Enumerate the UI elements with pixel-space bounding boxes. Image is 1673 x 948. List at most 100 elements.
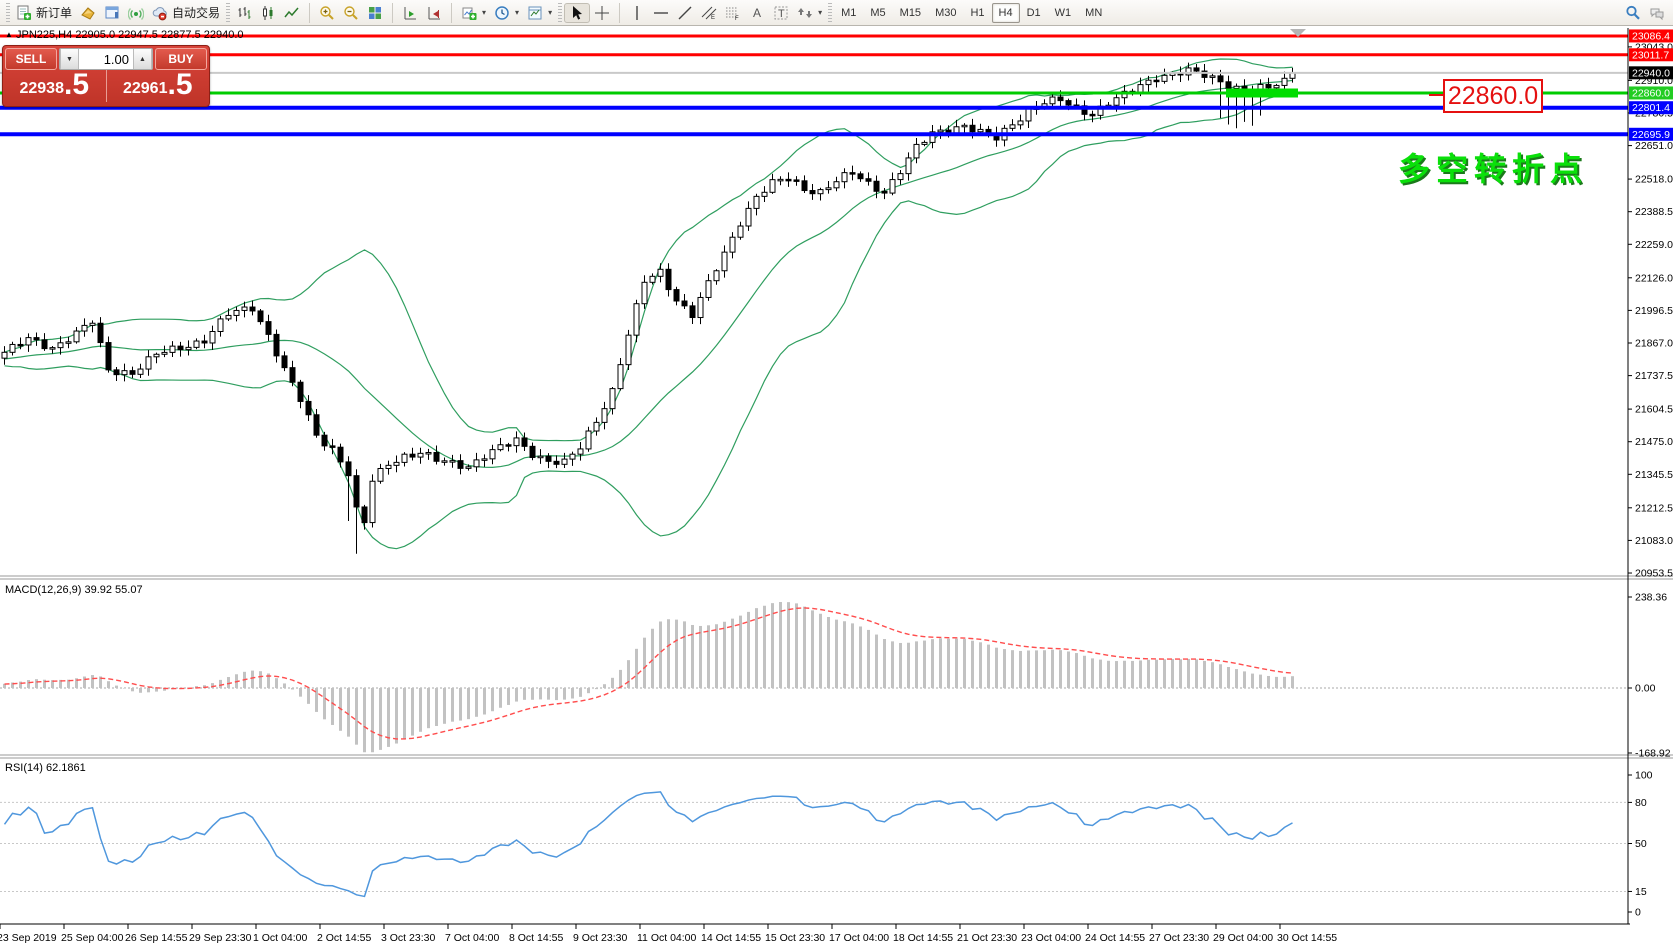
candle-bullish: [602, 409, 607, 423]
candle-bearish: [690, 306, 695, 318]
candle-bullish: [66, 342, 71, 344]
templates-button[interactable]: ▾: [523, 3, 556, 23]
candle-bullish: [626, 335, 631, 364]
rsi-tick-label: 0: [1635, 907, 1641, 919]
symbol-period: JPN225,H4: [16, 29, 72, 41]
cursor-tool-button[interactable]: [564, 3, 590, 23]
new-order-button[interactable]: 新订单: [12, 3, 76, 23]
buy-button[interactable]: BUY: [155, 48, 207, 70]
volume-input[interactable]: [79, 49, 133, 69]
date-label: 23 Oct 04:00: [1021, 932, 1081, 944]
horizontal-line-tool-button[interactable]: [649, 3, 673, 23]
trendline-icon: [677, 5, 693, 21]
timeframe-button-h4[interactable]: H4: [992, 3, 1020, 23]
vertical-line-tool-button[interactable]: [625, 3, 649, 23]
candle-bullish: [226, 315, 231, 318]
candle-bullish: [154, 354, 159, 357]
price-tick-label: 22259.0: [1635, 239, 1673, 251]
zoom-out-button[interactable]: [339, 3, 363, 23]
volume-decrease-button[interactable]: ▼: [60, 49, 79, 69]
add-indicator-button[interactable]: ▾: [457, 3, 490, 23]
candle-bullish: [914, 144, 919, 157]
line-chart-button[interactable]: [280, 3, 304, 23]
chat-button[interactable]: [1645, 3, 1669, 23]
fibonacci-tool-button[interactable]: F: [721, 3, 745, 23]
candle-bullish: [1274, 85, 1279, 87]
bar-chart-icon: [236, 5, 252, 21]
timeframe-button-m30[interactable]: M30: [928, 3, 963, 23]
candle-bullish: [594, 422, 599, 431]
candle-bullish: [954, 127, 959, 133]
toolbar-separator: [619, 3, 620, 23]
date-label: 26 Sep 14:55: [125, 932, 188, 944]
arrows-tool-button[interactable]: ▾: [793, 3, 826, 23]
chart-shift-button[interactable]: [422, 3, 446, 23]
text-label-tool-button[interactable]: T: [769, 3, 793, 23]
timeframe-button-m5[interactable]: M5: [863, 3, 892, 23]
trendline-tool-button[interactable]: [673, 3, 697, 23]
date-label: 30 Oct 14:55: [1277, 932, 1337, 944]
price-tick-label: 22651.0: [1635, 140, 1673, 152]
price-tick-label: 21083.0: [1635, 535, 1673, 547]
candle-bullish: [490, 450, 495, 459]
candle-bullish: [586, 431, 591, 449]
date-label: 14 Oct 14:55: [701, 932, 761, 944]
candle-bearish: [338, 447, 343, 462]
macd-tick-label: -168.92: [1635, 748, 1671, 760]
candle-chart-button[interactable]: [256, 3, 280, 23]
bar-chart-button[interactable]: [232, 3, 256, 23]
candle-bearish: [546, 456, 551, 461]
candle-bullish: [962, 125, 967, 127]
timeframe-button-d1[interactable]: D1: [1020, 3, 1048, 23]
text-tool-button[interactable]: A: [745, 3, 769, 23]
horizontal-line-icon: [653, 5, 669, 21]
candle-bullish: [234, 310, 239, 315]
search-button[interactable]: [1621, 3, 1645, 23]
date-label: 3 Oct 23:30: [381, 932, 435, 944]
timeframe-button-mn[interactable]: MN: [1078, 3, 1109, 23]
new-order-label: 新订单: [36, 4, 72, 21]
signal-button[interactable]: [124, 3, 148, 23]
timeframe-button-m15[interactable]: M15: [893, 3, 928, 23]
candle-bullish: [466, 467, 471, 469]
price-annotation-label[interactable]: 22860.0: [1443, 79, 1543, 113]
data-window-button[interactable]: [100, 3, 124, 23]
candle-bearish: [810, 191, 815, 194]
signal-icon: [128, 5, 144, 21]
date-label: 21 Oct 23:30: [957, 932, 1017, 944]
volume-spinner: ▼ ▲: [59, 48, 153, 70]
sell-button[interactable]: SELL: [5, 48, 57, 70]
sell-price[interactable]: 22938 .5: [3, 70, 107, 102]
timeframe-button-w1[interactable]: W1: [1048, 3, 1079, 23]
fibonacci-icon: F: [725, 5, 741, 21]
candle-bearish: [850, 173, 855, 175]
candle-bullish: [1026, 109, 1031, 121]
price-tick-label: 21996.5: [1635, 305, 1673, 317]
market-watch-button[interactable]: [76, 3, 100, 23]
buy-price[interactable]: 22961 .5: [107, 70, 210, 102]
crosshair-tool-button[interactable]: [590, 3, 614, 23]
volume-increase-button[interactable]: ▲: [133, 49, 152, 69]
price-badge-label: 22860.0: [1632, 87, 1670, 99]
price-badge-label: 22801.4: [1632, 102, 1670, 114]
candle-bullish: [218, 319, 223, 332]
equidistant-channel-tool-button[interactable]: E: [697, 3, 721, 23]
candle-bullish: [818, 190, 823, 194]
autotrading-button[interactable]: 自动交易: [148, 3, 224, 23]
timeframe-button-m1[interactable]: M1: [834, 3, 863, 23]
timeframe-button-h1[interactable]: H1: [963, 3, 991, 23]
tile-windows-button[interactable]: [363, 3, 387, 23]
periods-button[interactable]: ▾: [490, 3, 523, 23]
auto-scroll-button[interactable]: [398, 3, 422, 23]
candle-bullish: [402, 454, 407, 462]
dropdown-caret-icon: ▾: [482, 8, 486, 17]
candle-bullish: [890, 180, 895, 194]
date-label: 2 Oct 14:55: [317, 932, 371, 944]
date-label: 9 Oct 23:30: [573, 932, 627, 944]
sell-price-main: 22938: [19, 81, 64, 97]
zoom-in-button[interactable]: [315, 3, 339, 23]
toolbar-grip: [6, 3, 10, 23]
rsi-tick-label: 100: [1635, 770, 1653, 782]
candle-bullish: [570, 454, 575, 459]
main-toolbar: 新订单 自动交易: [0, 0, 1673, 26]
